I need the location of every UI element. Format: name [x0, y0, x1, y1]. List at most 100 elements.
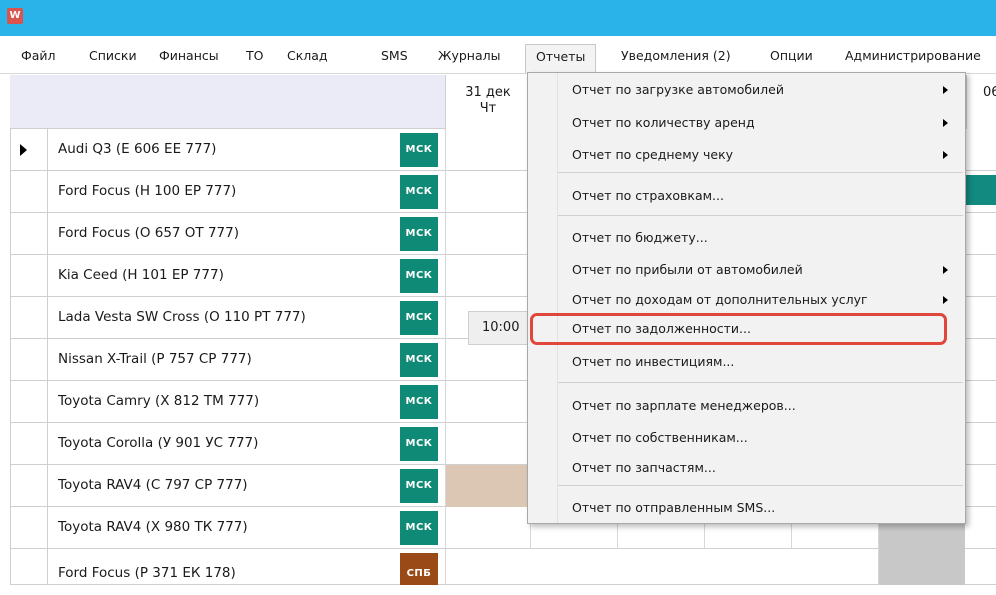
- region-badge: МСК: [400, 175, 438, 209]
- menu-item-manager-salary-report[interactable]: Отчет по зарплате менеджеров...: [558, 393, 964, 419]
- menu-notifications[interactable]: Уведомления (2): [621, 47, 731, 67]
- menu-item-label: Отчет по бюджету...: [572, 230, 708, 245]
- region-badge: МСК: [400, 511, 438, 545]
- menu-warehouse[interactable]: Склад: [287, 47, 328, 67]
- submenu-arrow-icon: [943, 266, 948, 274]
- menu-separator: [558, 485, 963, 486]
- menu-item-budget-report[interactable]: Отчет по бюджету...: [558, 225, 964, 251]
- highlight-annotation: [530, 313, 947, 345]
- date-weekday: Чт: [479, 101, 497, 116]
- car-name: Audi Q3 (Е 606 ЕЕ 777): [58, 141, 217, 157]
- menu-item-label: Отчет по прибыли от автомобилей: [572, 262, 803, 277]
- menu-item-extra-services-report[interactable]: Отчет по доходам от дополнительных услуг: [558, 287, 964, 313]
- grid-header-corner: [10, 75, 445, 129]
- row-indicator: [10, 255, 48, 297]
- row-indicator: [10, 423, 48, 465]
- menu-lists[interactable]: Списки: [89, 47, 137, 67]
- menu-item-label: Отчет по отправленным SMS...: [572, 500, 776, 515]
- row-indicator: [10, 549, 48, 585]
- car-name: Ford Focus (Н 100 ЕР 777): [58, 183, 237, 199]
- menu-item-vehicle-profit-report[interactable]: Отчет по прибыли от автомобилей: [558, 257, 964, 283]
- car-name: Toyota RAV4 (С 797 СР 777): [58, 477, 248, 493]
- region-badge: МСК: [400, 343, 438, 377]
- menu-file[interactable]: Файл: [21, 47, 56, 67]
- menu-administration[interactable]: Администрирование: [845, 47, 981, 67]
- row-indicator: [10, 129, 48, 171]
- calendar-cell[interactable]: [445, 339, 530, 381]
- region-badge: СПБ: [400, 553, 438, 585]
- car-name: Ford Focus (О 657 ОТ 777): [58, 225, 240, 241]
- row-indicator: [10, 381, 48, 423]
- row-indicator: [10, 213, 48, 255]
- menu-item-label: Отчет по инвестициям...: [572, 354, 735, 369]
- menu-item-insurance-report[interactable]: Отчет по страховкам...: [558, 183, 964, 209]
- region-badge: МСК: [400, 217, 438, 251]
- menu-item-label: Отчет по количеству аренд: [572, 115, 755, 130]
- menu-item-label: Отчет по доходам от дополнительных услуг: [572, 292, 868, 307]
- row-indicator: [10, 507, 48, 549]
- date-next-label: 06: [983, 85, 996, 100]
- menu-to[interactable]: ТО: [246, 47, 263, 67]
- submenu-arrow-icon: [943, 119, 948, 127]
- booking-block[interactable]: [445, 465, 530, 507]
- menu-item-label: Отчет по зарплате менеджеров...: [572, 398, 796, 413]
- menu-sms[interactable]: SMS: [381, 47, 408, 67]
- region-badge: МСК: [400, 427, 438, 461]
- calendar-cell[interactable]: [445, 213, 530, 255]
- submenu-arrow-icon: [943, 296, 948, 304]
- date-header-cell: 31 дек Чт: [445, 75, 530, 129]
- calendar-cell[interactable]: [445, 381, 530, 423]
- menu-reports[interactable]: Отчеты: [525, 44, 597, 74]
- calendar-cell[interactable]: [445, 423, 530, 465]
- booking-block[interactable]: [965, 175, 996, 205]
- menu-icon-gutter: [528, 73, 558, 523]
- calendar-cell[interactable]: [445, 507, 530, 549]
- menu-separator: [558, 215, 963, 216]
- menu-journals[interactable]: Журналы: [438, 47, 501, 67]
- car-name: Kia Ceed (Н 101 ЕР 777): [58, 267, 224, 283]
- menu-item-label: Отчет по страховкам...: [572, 188, 724, 203]
- menu-item-label: Отчет по запчастям...: [572, 460, 716, 475]
- date-day: 31 дек: [465, 85, 511, 100]
- car-name: Nissan X-Trail (Р 757 СР 777): [58, 351, 252, 367]
- calendar-cell[interactable]: [445, 171, 530, 213]
- menu-item-owners-report[interactable]: Отчет по собственникам...: [558, 425, 964, 451]
- region-badge: МСК: [400, 301, 438, 335]
- menu-bar: Файл Списки Финансы ТО Склад SMS Журналы…: [0, 36, 996, 74]
- region-badge: МСК: [400, 259, 438, 293]
- title-bar: W: [0, 0, 996, 36]
- car-name: Toyota Corolla (У 901 УС 777): [58, 435, 259, 451]
- menu-item-label: Отчет по собственникам...: [572, 430, 748, 445]
- calendar-cell[interactable]: [445, 129, 530, 171]
- menu-item-average-check-report[interactable]: Отчет по среднему чеку: [558, 142, 964, 168]
- car-name: Toyota RAV4 (Х 980 ТК 777): [58, 519, 248, 535]
- menu-separator: [558, 172, 963, 173]
- reports-dropdown-menu: Отчет по загрузке автомобилей Отчет по к…: [527, 72, 966, 524]
- booking-block[interactable]: [878, 549, 965, 585]
- menu-item-vehicle-load-report[interactable]: Отчет по загрузке автомобилей: [558, 77, 964, 103]
- calendar-cell[interactable]: [445, 549, 530, 585]
- region-badge: МСК: [400, 469, 438, 503]
- submenu-arrow-icon: [943, 151, 948, 159]
- menu-item-investment-report[interactable]: Отчет по инвестициям...: [558, 349, 964, 375]
- car-name: Ford Focus (Р 371 ЕК 178): [58, 565, 236, 581]
- menu-item-parts-report[interactable]: Отчет по запчастям...: [558, 455, 964, 481]
- region-badge: МСК: [400, 385, 438, 419]
- menu-item-sent-sms-report[interactable]: Отчет по отправленным SMS...: [558, 495, 964, 521]
- row-indicator: [10, 297, 48, 339]
- menu-separator: [558, 382, 963, 383]
- car-name: Toyota Camry (Х 812 ТМ 777): [58, 393, 260, 409]
- row-indicator: [10, 339, 48, 381]
- booking-time-tag[interactable]: 10:00: [468, 311, 528, 345]
- menu-options[interactable]: Опции: [770, 47, 813, 67]
- menu-item-rental-count-report[interactable]: Отчет по количеству аренд: [558, 110, 964, 136]
- row-indicator: [10, 171, 48, 213]
- menu-item-label: Отчет по среднему чеку: [572, 147, 734, 162]
- calendar-cell[interactable]: [445, 255, 530, 297]
- app-icon: W: [7, 8, 23, 24]
- table-row[interactable]: Ford Focus (Р 371 ЕК 178) СПБ: [10, 549, 996, 585]
- row-indicator: [10, 465, 48, 507]
- menu-item-label: Отчет по загрузке автомобилей: [572, 82, 784, 97]
- current-row-arrow-icon: [20, 144, 27, 156]
- menu-finance[interactable]: Финансы: [159, 47, 219, 67]
